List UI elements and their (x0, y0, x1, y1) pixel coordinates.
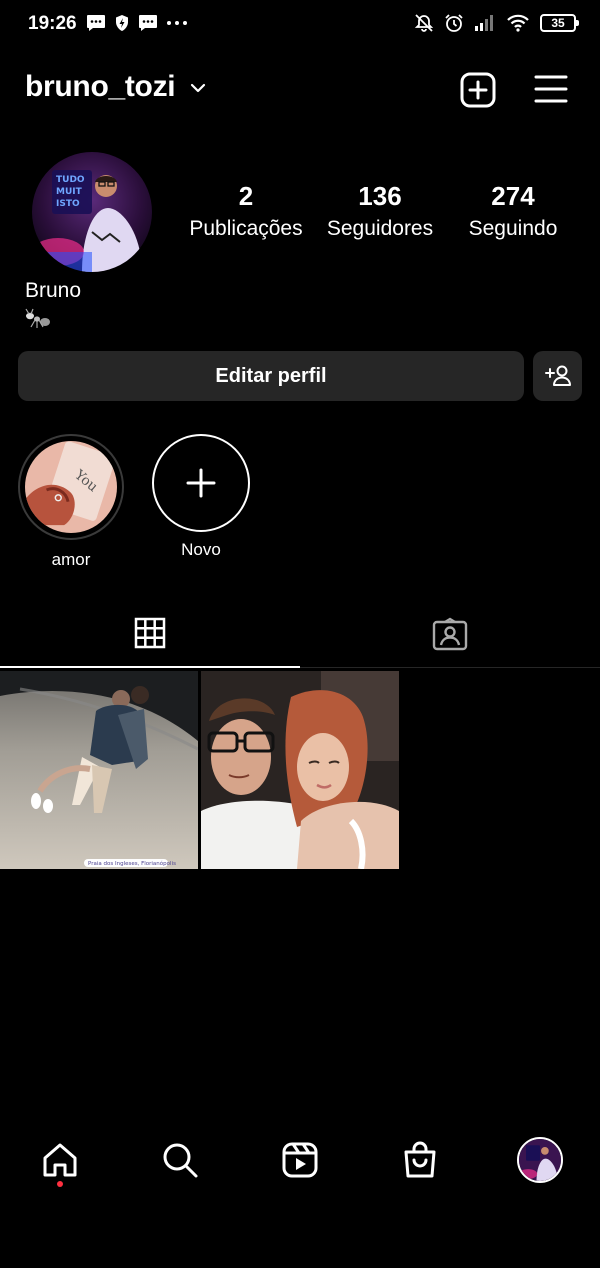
shop-bag-icon (404, 1141, 436, 1178)
highlight-label: amor (51, 550, 91, 569)
post-location-tag: Praia dos Ingleses, Florianópolis (88, 860, 176, 867)
highlight-new[interactable]: Novo (150, 434, 252, 560)
svg-text:MUIT: MUIT (56, 187, 83, 197)
message-icon (139, 15, 157, 31)
tab-posts-grid[interactable] (0, 600, 300, 668)
shield-icon (116, 15, 128, 31)
followers-count: 136 (358, 181, 402, 211)
battery-icon: 35 (540, 14, 579, 32)
more-dots-icon (167, 21, 187, 25)
new-highlight-circle (152, 434, 250, 532)
hamburger-menu-icon[interactable] (533, 72, 569, 106)
nav-search[interactable] (155, 1136, 205, 1184)
profile-header: bruno_tozi (0, 62, 600, 118)
search-icon (163, 1143, 198, 1178)
post-thumbnail[interactable]: Praia dos Ingleses, Florianópolis (0, 671, 198, 869)
post-thumbnail[interactable] (201, 671, 399, 869)
grid-icon (134, 617, 166, 649)
status-bar: 19:26 35 (0, 0, 600, 50)
following-count: 274 (491, 181, 535, 211)
avatar-image: TUDO MUIT ISTO (32, 152, 152, 272)
nav-shop[interactable] (395, 1136, 445, 1184)
following-label: Seguindo (468, 217, 558, 240)
highlight-label: Novo (181, 540, 221, 559)
signal-icon (475, 15, 493, 31)
avatar-image (519, 1139, 561, 1181)
ant-icon (25, 308, 50, 328)
profile-tabs (0, 600, 600, 668)
muted-bell-icon (414, 14, 434, 32)
highlight-cover-image: You (25, 441, 117, 533)
stat-posts[interactable]: 2 Publicações (171, 180, 321, 246)
stat-following[interactable]: 274 Seguindo (438, 180, 588, 246)
highlight-amor[interactable]: You amor (18, 434, 124, 570)
chevron-down-icon[interactable] (188, 78, 208, 98)
profile-avatar[interactable]: TUDO MUIT ISTO (32, 152, 152, 272)
svg-text:TUDO: TUDO (56, 175, 85, 185)
new-post-icon[interactable] (459, 71, 497, 109)
tagged-person-icon (432, 617, 468, 651)
discover-people-button[interactable] (533, 351, 582, 401)
stat-followers[interactable]: 136 Seguidores (305, 180, 455, 246)
posts-count: 2 (238, 181, 254, 211)
home-icon (43, 1143, 77, 1177)
reels-icon (282, 1142, 318, 1178)
status-time: 19:26 (28, 13, 77, 34)
username[interactable]: bruno_tozi (25, 70, 176, 104)
notification-dot (57, 1181, 63, 1187)
message-icon (87, 15, 105, 31)
add-person-icon (544, 365, 571, 386)
posts-label: Publicações (189, 217, 303, 240)
alarm-icon (445, 14, 463, 32)
tab-tagged[interactable] (300, 600, 600, 668)
nav-profile[interactable] (515, 1136, 565, 1184)
battery-level: 35 (551, 16, 565, 30)
followers-label: Seguidores (326, 217, 434, 240)
display-name: Bruno (25, 279, 82, 302)
svg-text:ISTO: ISTO (56, 199, 80, 209)
profile-avatar (517, 1137, 563, 1183)
post-image: Praia dos Ingleses, Florianópolis (0, 671, 198, 869)
bottom-navigation (0, 1128, 600, 1192)
highlight-ring: You (18, 434, 124, 540)
plus-icon (186, 468, 216, 498)
edit-profile-button[interactable]: Editar perfil (18, 351, 524, 401)
nav-reels[interactable] (275, 1136, 325, 1184)
wifi-icon (507, 14, 529, 32)
nav-home[interactable] (35, 1136, 85, 1184)
post-image (201, 671, 399, 869)
